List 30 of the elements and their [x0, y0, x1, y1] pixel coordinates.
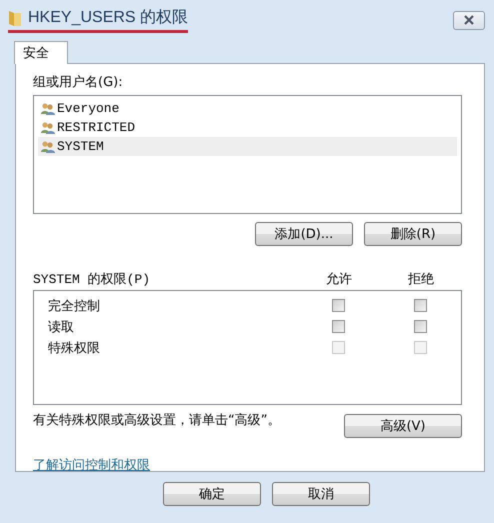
users-icon — [40, 102, 56, 116]
users-icon — [40, 140, 56, 154]
close-icon — [463, 15, 475, 25]
dialog-button[interactable]: 确定 — [163, 482, 261, 506]
checkbox[interactable] — [332, 299, 344, 312]
advanced-hint: 有关特殊权限或高级设置，请单击“高级”。 — [33, 414, 282, 427]
permission-name: 读取 — [48, 318, 75, 336]
user-item[interactable]: Everyone — [38, 99, 457, 118]
user-item[interactable]: RESTRICTED — [38, 118, 457, 137]
help-link[interactable]: 了解访问控制和权限 — [33, 456, 150, 474]
tab[interactable]: 安全 — [14, 41, 68, 64]
permission-name: 特殊权限 — [48, 340, 101, 356]
group-label: 组或用户名(G): — [33, 74, 124, 91]
permission-name: 完全控制 — [48, 298, 101, 314]
dialog-button[interactable]: 取消 — [272, 482, 370, 506]
list-button[interactable]: 删除(R) — [364, 222, 462, 246]
list-button[interactable]: 添加(D)... — [255, 222, 353, 246]
user-list[interactable]: Everyone RESTRICTED SYSTEM — [33, 95, 462, 214]
advanced-button[interactable]: 高级(V) — [344, 414, 462, 438]
permissions-label: SYSTEM 的权限(P) — [33, 271, 152, 288]
window-title: HKEY_USERS 的权限 — [28, 8, 188, 28]
checkbox[interactable] — [414, 320, 426, 333]
users-icon — [40, 120, 56, 134]
column-header: 拒绝 — [407, 271, 435, 288]
checkbox[interactable] — [332, 320, 344, 333]
folder-icon — [8, 8, 22, 26]
user-item[interactable]: SYSTEM — [38, 137, 457, 156]
checkbox[interactable] — [414, 299, 426, 312]
column-header: 允许 — [325, 271, 353, 288]
close-button[interactable] — [453, 10, 485, 30]
